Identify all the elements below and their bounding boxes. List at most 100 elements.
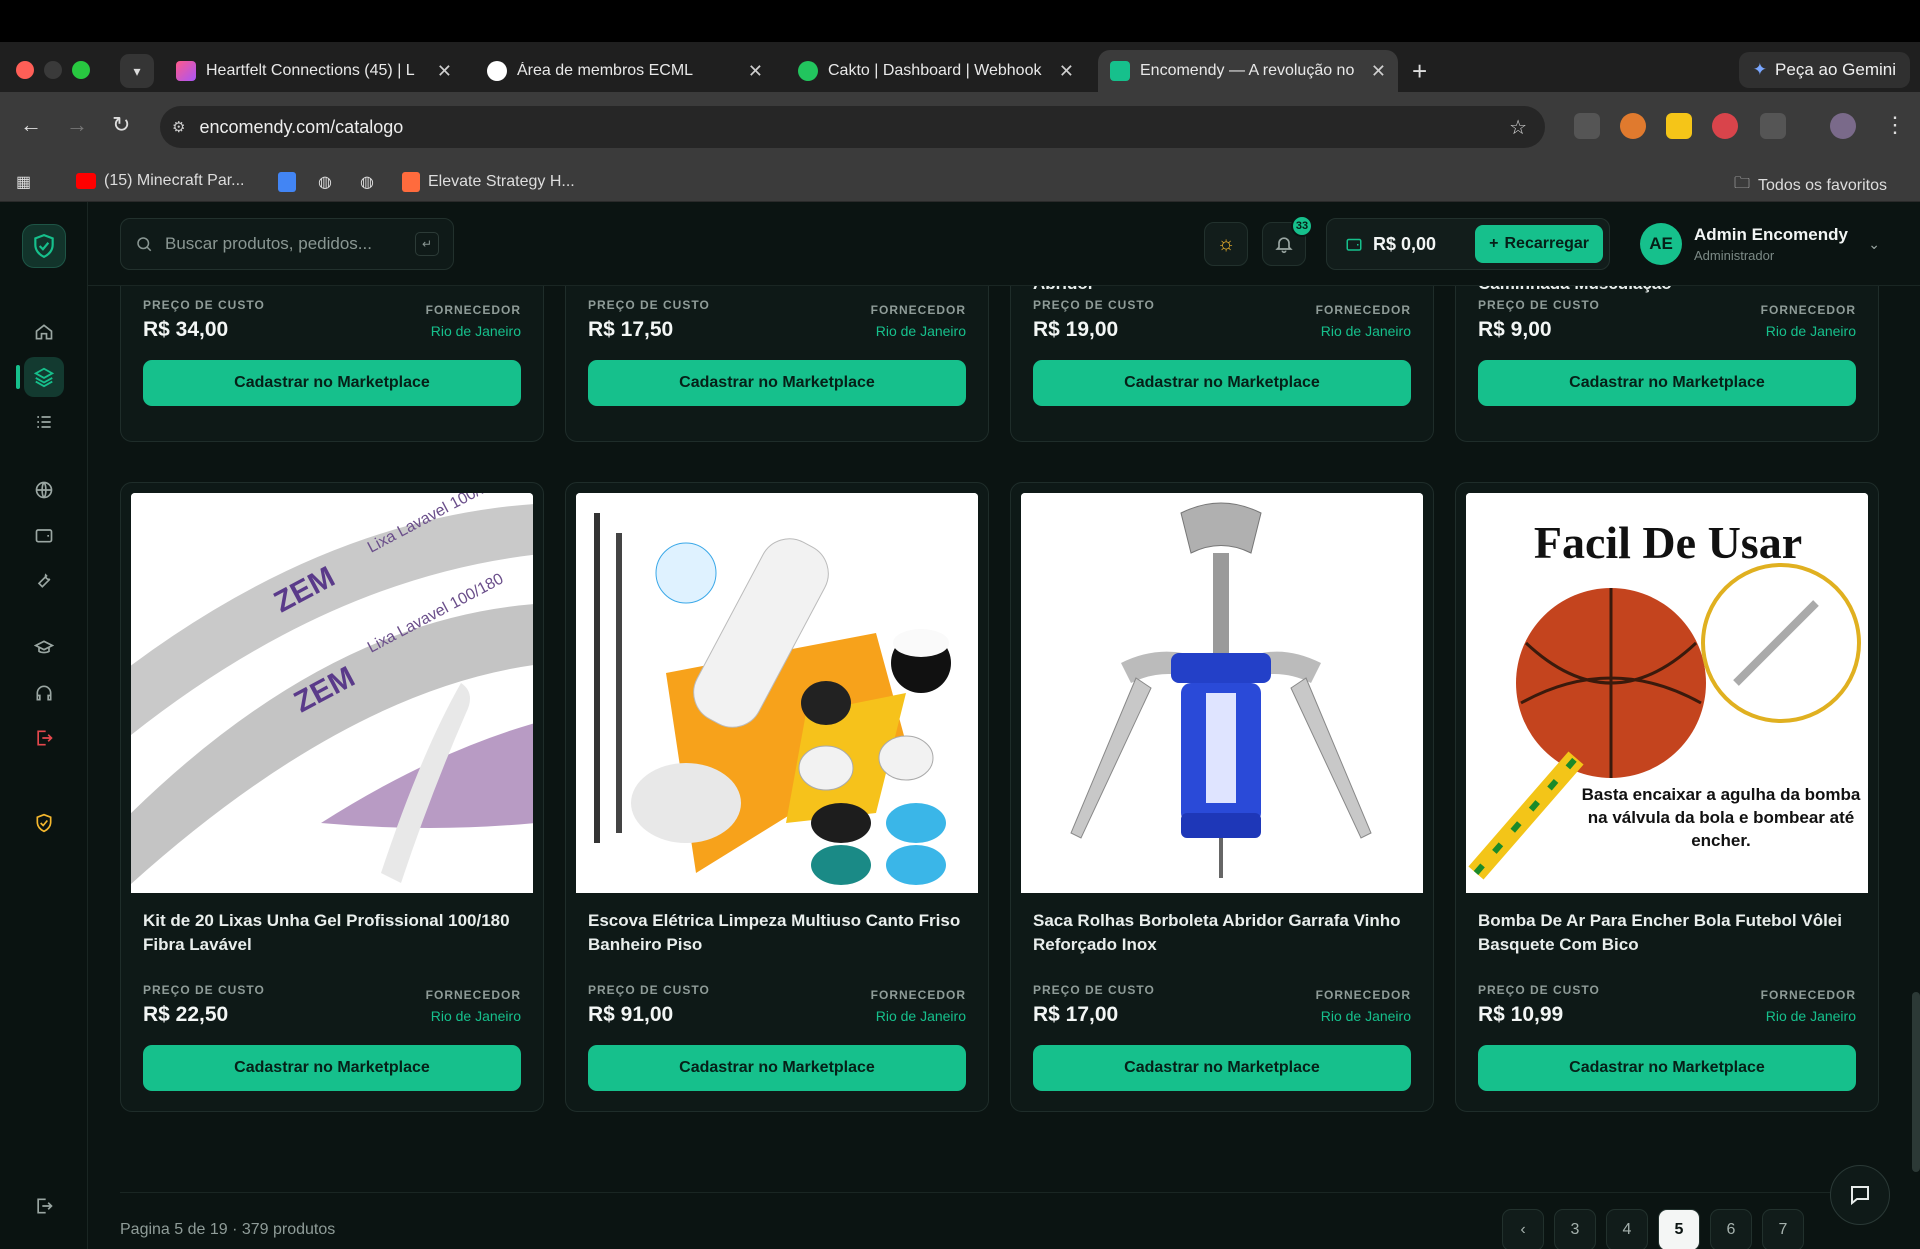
forward-arrow-icon[interactable]: → (66, 112, 88, 138)
product-image[interactable] (576, 493, 978, 893)
app-topbar: Buscar produtos, pedidos... ↵ ☼ 33 R$ 0,… (88, 202, 1920, 286)
extension-pen-icon[interactable] (1574, 113, 1600, 139)
register-marketplace-button[interactable]: Cadastrar no Marketplace (143, 360, 521, 406)
tab-heartfelt[interactable]: Heartfelt Connections (45) | L ✕ (164, 50, 464, 92)
mac-menu-bar (0, 0, 1920, 42)
sidebar-academy[interactable] (24, 628, 64, 668)
reload-icon[interactable]: ↻ (112, 112, 130, 138)
sidebar-admin[interactable] (24, 803, 64, 843)
sidebar-logout[interactable] (24, 1186, 64, 1226)
address-bar[interactable]: ⚙ encomendy.com/catalogo ☆ (160, 106, 1545, 148)
close-window-button[interactable] (16, 61, 34, 79)
extension-burst-icon[interactable] (1620, 113, 1646, 139)
bookmark-star-icon[interactable]: ☆ (1509, 115, 1527, 140)
tab-title: Encomendy — A revolução no (1140, 62, 1355, 79)
sidebar-wallet[interactable] (24, 515, 64, 555)
product-card[interactable]: Lixa Lavavel 100/180 Lixa Lavavel 100/18… (120, 482, 544, 1112)
supplier-location: Rio de Janeiro (1765, 323, 1856, 339)
sidebar-home[interactable] (24, 312, 64, 352)
back-arrow-icon[interactable]: ← (20, 112, 42, 138)
apps-grid-icon[interactable]: ▦ (16, 172, 31, 192)
app-logo[interactable] (22, 224, 66, 268)
product-card[interactable]: Escova Elétrica Limpeza Multiuso Canto F… (565, 482, 989, 1112)
site-settings-icon[interactable]: ⚙ (172, 118, 185, 136)
cost-label: PREÇO DE CUSTO (1033, 983, 1155, 997)
chat-button[interactable] (1830, 1165, 1890, 1225)
profile-avatar-icon[interactable] (1830, 113, 1856, 139)
image-headline: Facil De Usar (1534, 517, 1802, 568)
sidebar-tools[interactable] (24, 560, 64, 600)
register-marketplace-button[interactable]: Cadastrar no Marketplace (588, 1045, 966, 1091)
close-tab-icon[interactable]: ✕ (1059, 61, 1074, 82)
extensions-puzzle-icon[interactable] (1760, 113, 1786, 139)
logout-icon (37, 1198, 53, 1214)
extension-heart-icon[interactable] (1712, 113, 1738, 139)
product-card[interactable]: Facil De Usar Basta encaixar a agulha da… (1455, 482, 1879, 1112)
user-menu[interactable]: AE Admin Encomendy Administrador ⌄ (1640, 218, 1880, 270)
bookmark-elevate[interactable]: Elevate Strategy H... (402, 172, 575, 192)
page-button-current[interactable]: 5 (1658, 1209, 1700, 1249)
browser-menu-icon[interactable]: ⋮ (1884, 112, 1906, 138)
extension-yellow-icon[interactable] (1666, 113, 1692, 139)
page-button[interactable]: 4 (1606, 1209, 1648, 1249)
scrollbar-thumb[interactable] (1912, 992, 1920, 1172)
home-icon (35, 324, 53, 340)
tab-search-chevron-icon[interactable]: ▾ (120, 54, 154, 88)
register-marketplace-button[interactable]: Cadastrar no Marketplace (1033, 1045, 1411, 1091)
notifications-button[interactable]: 33 (1262, 215, 1313, 266)
supplier-location: Rio de Janeiro (430, 323, 521, 339)
close-tab-icon[interactable]: ✕ (1371, 61, 1386, 82)
product-grid-row-2: Lixa Lavavel 100/180 Lixa Lavavel 100/18… (120, 482, 1880, 1112)
register-marketplace-button[interactable]: Cadastrar no Marketplace (143, 1045, 521, 1091)
bookmark-minecraft[interactable]: (15) Minecraft Par... (76, 172, 245, 190)
all-bookmarks[interactable]: 🗀 Todos os favoritos (1734, 172, 1887, 199)
product-card: PREÇO DE CUSTO R$ 17,50 FORNECEDOR Rio de … (565, 286, 989, 442)
register-marketplace-button[interactable]: Cadastrar no Marketplace (588, 360, 966, 406)
sidebar-catalog[interactable] (16, 357, 64, 397)
sidebar-support[interactable] (24, 673, 64, 713)
register-marketplace-button[interactable]: Cadastrar no Marketplace (1478, 1045, 1856, 1091)
product-price: R$ 17,00 (1033, 1003, 1119, 1026)
sidebar-logout-red[interactable] (24, 718, 64, 758)
bookmark-globe-2[interactable]: ◍ (360, 172, 374, 192)
product-card[interactable]: Saca Rolhas Borboleta Abridor Garrafa Vi… (1010, 482, 1434, 1112)
page-button[interactable]: 6 (1710, 1209, 1752, 1249)
bookmark-globe-1[interactable]: ◍ (318, 172, 332, 192)
product-price: R$ 9,00 (1478, 318, 1552, 341)
gemini-button[interactable]: ✦ Peça ao Gemini (1738, 52, 1910, 88)
chevron-down-icon: ⌄ (1868, 235, 1880, 252)
sidebar-list[interactable] (24, 402, 64, 442)
recharge-button[interactable]: + Recarregar (1475, 225, 1603, 263)
page-button[interactable]: 3 (1554, 1209, 1596, 1249)
supplier-location: Rio de Janeiro (1320, 323, 1411, 339)
tab-area-membros[interactable]: Área de membros ECML ✕ (475, 50, 775, 92)
close-tab-icon[interactable]: ✕ (748, 61, 763, 82)
register-marketplace-button[interactable]: Cadastrar no Marketplace (1033, 360, 1411, 406)
tab-favicon-icon (487, 61, 507, 81)
maximize-window-button[interactable] (72, 61, 90, 79)
tab-cakto[interactable]: Cakto | Dashboard | Webhook ✕ (786, 50, 1086, 92)
graduation-cap-icon (34, 640, 54, 654)
sidebar-globe[interactable] (24, 470, 64, 510)
product-price: R$ 17,50 (588, 318, 674, 341)
product-image[interactable]: Facil De Usar Basta encaixar a agulha da… (1466, 493, 1868, 893)
register-marketplace-button[interactable]: Cadastrar no Marketplace (1478, 360, 1856, 406)
minimize-window-button[interactable] (44, 61, 62, 79)
cost-label: PREÇO DE CUSTO (143, 298, 265, 312)
pagination-footer: Pagina 5 de 19 · 379 produtos ‹ 3 4 5 6 … (120, 1192, 1880, 1249)
product-image[interactable]: Lixa Lavavel 100/180 Lixa Lavavel 100/18… (131, 493, 533, 893)
search-input[interactable]: Buscar produtos, pedidos... ↵ (120, 218, 454, 270)
tab-encomendy[interactable]: Encomendy — A revolução no ✕ (1098, 50, 1398, 92)
balance-amount: R$ 0,00 (1373, 233, 1437, 254)
window-controls (16, 61, 90, 79)
bookmark-docs[interactable] (278, 172, 296, 192)
app: Buscar produtos, pedidos... ↵ ☼ 33 R$ 0,… (0, 202, 1920, 1249)
product-image[interactable] (1021, 493, 1423, 893)
page-button[interactable]: 7 (1762, 1209, 1804, 1249)
user-name: Admin Encomendy (1694, 225, 1848, 244)
close-tab-icon[interactable]: ✕ (437, 61, 452, 82)
new-tab-plus-icon[interactable]: + (1412, 56, 1427, 87)
product-name: Abridor (1033, 286, 1094, 294)
prev-page-chevron-icon[interactable]: ‹ (1502, 1209, 1544, 1249)
theme-toggle-button[interactable]: ☼ (1204, 222, 1248, 266)
